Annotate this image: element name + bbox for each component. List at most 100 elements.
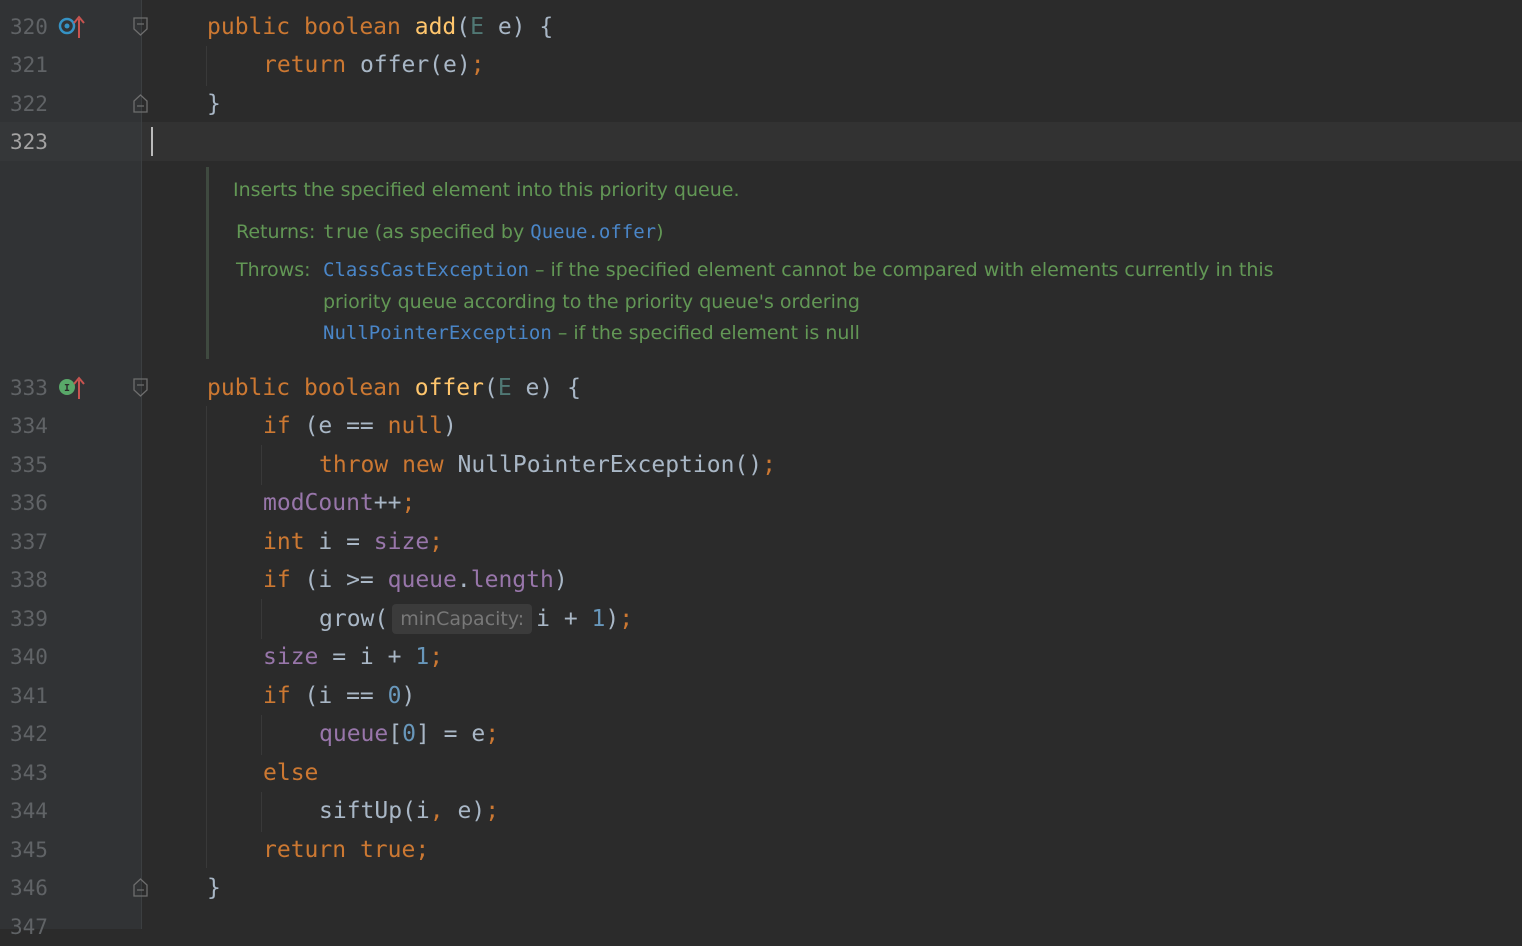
code-text[interactable]: siftUp(i, e); [319, 792, 499, 830]
code-text[interactable]: size = i + 1; [263, 638, 443, 676]
code-text[interactable]: else [263, 754, 318, 792]
code-line[interactable]: 322} [0, 85, 1522, 123]
line-number[interactable]: 338 [10, 561, 48, 599]
code-token: ; [415, 837, 430, 863]
code-token: ; [485, 798, 500, 824]
code-token: e) { [483, 14, 554, 40]
code-token: ( [456, 14, 471, 40]
code-text[interactable]: queue[0] = e; [319, 715, 499, 753]
javadoc-returns: true (as specified by Queue.offer) [323, 221, 664, 243]
line-number[interactable]: 333 [10, 369, 48, 407]
code-text[interactable]: if (i == 0) [263, 677, 415, 715]
code-token: ) [553, 567, 568, 593]
code-text[interactable]: } [207, 85, 221, 123]
code-token: null [387, 413, 444, 439]
line-number[interactable]: 337 [10, 523, 48, 561]
code-text[interactable]: return true; [263, 831, 429, 869]
code-token: e) [457, 798, 486, 824]
javadoc-throws-2: NullPointerException – if the specified … [323, 322, 860, 344]
code-token: i = [318, 529, 374, 555]
line-number[interactable]: 347 [10, 908, 48, 946]
code-line[interactable]: 342 queue[0] = e; [0, 715, 1522, 753]
code-line[interactable]: 338 if (i >= queue.length) [0, 561, 1522, 599]
code-token: ; [762, 452, 776, 478]
line-number[interactable]: 320 [10, 8, 48, 46]
javadoc-link-classcastexception[interactable]: ClassCastException [323, 259, 529, 281]
code-line[interactable]: 320 public boolean add(E e) { [0, 8, 1522, 46]
code-line[interactable]: 336 modCount++; [0, 484, 1522, 522]
code-token: ; [429, 529, 444, 555]
line-number[interactable]: 322 [10, 85, 48, 123]
rendered-javadoc[interactable]: Inserts the specified element into this … [206, 167, 1409, 359]
code-line[interactable]: 346} [0, 869, 1522, 907]
line-number[interactable]: 340 [10, 638, 48, 676]
javadoc-throws-1-continued: priority queue according to the priority… [323, 291, 860, 313]
code-token: [ [388, 721, 403, 747]
line-number[interactable]: 342 [10, 715, 48, 753]
code-line[interactable]: 343 else [0, 754, 1522, 792]
code-line[interactable]: 341 if (i == 0) [0, 677, 1522, 715]
code-token: 0 [387, 683, 402, 709]
code-token: boolean [303, 375, 415, 401]
code-text[interactable]: if (e == null) [263, 407, 457, 445]
line-number[interactable]: 345 [10, 831, 48, 869]
parameter-hint: minCapacity: [392, 604, 533, 634]
code-line[interactable]: 344 siftUp(i, e); [0, 792, 1522, 830]
code-token: int [263, 529, 319, 555]
javadoc-throws-2-text: – if the specified element is null [551, 322, 860, 344]
code-token: else [263, 760, 319, 786]
code-text[interactable]: } [207, 869, 221, 907]
code-text[interactable]: public boolean offer(E e) { [207, 369, 581, 407]
code-token: if [263, 683, 305, 709]
code-line[interactable]: 323 [0, 123, 1522, 161]
code-token: . [456, 567, 471, 593]
code-line[interactable]: 347 [0, 908, 1522, 946]
code-line[interactable]: 339 grow(minCapacity: i + 1); [0, 600, 1522, 638]
code-token: } [207, 91, 221, 117]
code-line[interactable]: 321 return offer(e); [0, 46, 1522, 84]
line-number[interactable]: 346 [10, 869, 48, 907]
code-text[interactable]: return offer(e); [263, 46, 485, 84]
code-token: size [263, 644, 319, 670]
code-token: if [263, 413, 305, 439]
code-text[interactable]: public boolean add(E e) { [207, 8, 553, 46]
javadoc-throws-1: ClassCastException – if the specified el… [323, 259, 1274, 281]
javadoc-returns-text: (as specified by [368, 221, 531, 243]
code-token: ; [485, 721, 500, 747]
javadoc-link-nullpointerexception[interactable]: NullPointerException [323, 322, 552, 344]
code-token: i + [536, 606, 592, 632]
code-token: ) [605, 606, 620, 632]
code-token: ; [429, 644, 444, 670]
code-token: queue [387, 567, 457, 593]
code-text[interactable]: grow(minCapacity: i + 1); [319, 600, 633, 638]
javadoc-link-queue-offer[interactable]: Queue.offer [530, 221, 656, 243]
code-text[interactable]: modCount++; [263, 484, 415, 522]
line-number[interactable]: 341 [10, 677, 48, 715]
code-token: grow( [319, 606, 389, 632]
code-text[interactable]: if (i >= queue.length) [263, 561, 568, 599]
code-token: ; [619, 606, 634, 632]
code-token: , [429, 798, 458, 824]
line-number[interactable]: 339 [10, 600, 48, 638]
line-number[interactable]: 335 [10, 446, 48, 484]
javadoc-summary: Inserts the specified element into this … [233, 179, 740, 201]
line-number[interactable]: 344 [10, 792, 48, 830]
line-number[interactable]: 321 [10, 46, 48, 84]
code-line[interactable]: 345 return true; [0, 831, 1522, 869]
code-token: ) [401, 683, 416, 709]
code-line[interactable]: 335 throw new NullPointerException(); [0, 446, 1522, 484]
code-line[interactable]: 337 int i = size; [0, 523, 1522, 561]
line-number[interactable]: 343 [10, 754, 48, 792]
code-token: ; [401, 490, 416, 516]
code-text[interactable]: throw new NullPointerException(); [319, 446, 776, 484]
code-text[interactable]: int i = size; [263, 523, 443, 561]
code-line[interactable]: 334 if (e == null) [0, 407, 1522, 445]
line-number[interactable]: 336 [10, 484, 48, 522]
code-token: if [263, 567, 305, 593]
code-token: return [263, 837, 360, 863]
line-number[interactable]: 323 [10, 123, 48, 161]
code-line[interactable]: 333 public boolean offer(E e) { [0, 369, 1522, 407]
code-token: E [470, 14, 484, 40]
code-line[interactable]: 340 size = i + 1; [0, 638, 1522, 676]
line-number[interactable]: 334 [10, 407, 48, 445]
